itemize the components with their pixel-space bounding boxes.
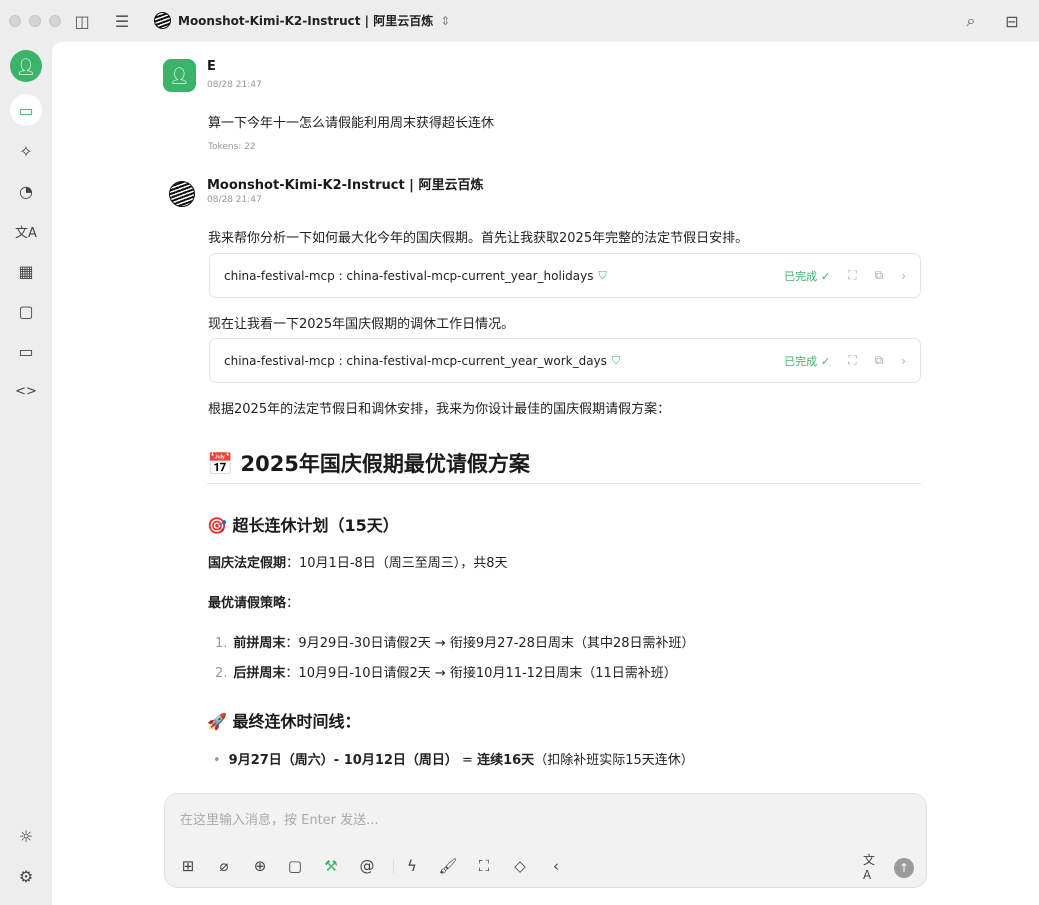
chevron-updown-icon: ⇕ xyxy=(440,13,451,28)
brush-icon[interactable]: 🖌︎ xyxy=(438,856,458,876)
search-icon[interactable]: ⌕ xyxy=(961,11,981,31)
tool-status: 已完成 xyxy=(784,354,818,368)
tool-call-name: china-festival-mcp : china-festival-mcp-… xyxy=(224,268,594,283)
attachment-icon[interactable]: ⌀ xyxy=(214,856,234,876)
sidebar: 👤︎ ▭ ✧ ◔ 文A ▦ ▢ ▭ <> ☼ ⚙ xyxy=(0,42,52,905)
list-item: 2. 后拼周末：10月9日-10日请假2天 → 衔接10月11-12日周末（11日… xyxy=(215,666,677,681)
new-topic-icon[interactable]: ⊞ xyxy=(178,856,198,876)
settings-icon[interactable]: ⚙ xyxy=(10,860,42,892)
check-icon: ✓ xyxy=(820,354,831,368)
mention-icon[interactable]: @ xyxy=(357,856,377,876)
file-search-icon[interactable]: ▢ xyxy=(10,295,42,327)
message-input[interactable]: 在这里输入消息，按 Enter 发送... xyxy=(180,809,379,828)
folder-icon[interactable]: ▭ xyxy=(10,335,42,367)
sparkle-icon[interactable]: ✧ xyxy=(10,135,42,167)
calendar-icon: 📅 xyxy=(207,452,234,476)
user-name: E xyxy=(207,59,216,74)
sidebar-toggle-icon[interactable]: ◫ xyxy=(72,11,92,31)
menu-icon[interactable]: ☰ xyxy=(112,11,132,31)
tool-call-card[interactable]: china-festival-mcp : china-festival-mcp-… xyxy=(209,253,921,298)
chevron-right-icon[interactable]: › xyxy=(901,269,906,283)
copy-icon[interactable]: ⧉ xyxy=(875,353,884,368)
model-title: Moonshot-Kimi-K2-Instruct | 阿里云百炼 xyxy=(178,14,434,28)
legal-holiday-line: 国庆法定假期：10月1日-8日（周三至周三），共8天 xyxy=(208,556,508,571)
knowledge-base-icon[interactable]: ▢ xyxy=(285,856,305,876)
plan-heading: 📅 2025年国庆假期最优请假方案 xyxy=(207,452,530,476)
bot-name: Moonshot-Kimi-K2-Instruct | 阿里云百炼 xyxy=(207,178,484,193)
model-selector[interactable]: Moonshot-Kimi-K2-Instruct | 阿里云百炼 ⇕ xyxy=(154,12,450,29)
user-message-text: 算一下今年十一怎么请假能利用周末获得超长连休 xyxy=(208,116,495,131)
fullscreen-icon[interactable]: ⛶ xyxy=(474,856,494,876)
model-logo-icon xyxy=(154,12,171,29)
section-heading: 🚀 最终连休时间线： xyxy=(207,712,361,731)
shield-check-icon: ⛉ xyxy=(598,268,607,282)
message-input-box[interactable]: 在这里输入消息，按 Enter 发送... ⊞ ⌀ ⊕ ▢ ⚒ @ ϟ 🖌︎ ⛶… xyxy=(164,793,927,888)
tool-status: 已完成 xyxy=(784,269,818,283)
mcp-tools-icon[interactable]: ⚒ xyxy=(321,856,341,876)
expand-icon[interactable]: ⛶ xyxy=(848,353,856,368)
chat-icon[interactable]: ▭ xyxy=(10,94,42,126)
apps-icon[interactable]: ▦ xyxy=(10,255,42,287)
chevron-right-icon[interactable]: › xyxy=(901,354,906,368)
web-search-icon[interactable]: ⊕ xyxy=(250,856,270,876)
collapse-icon[interactable]: ‹ xyxy=(546,856,566,876)
toolbar-divider xyxy=(393,860,394,874)
divider xyxy=(207,483,921,484)
quick-phrase-icon[interactable]: ϟ xyxy=(402,856,422,876)
title-bar: ◫ ☰ Moonshot-Kimi-K2-Instruct | 阿里云百炼 ⇕ … xyxy=(0,0,1039,42)
check-icon: ✓ xyxy=(820,269,831,283)
section-heading: 🎯 超长连休计划（15天） xyxy=(207,516,399,535)
user-message-time: 08/28 21:47 xyxy=(207,80,262,90)
maximize-window-button[interactable] xyxy=(49,15,61,27)
token-count: Tokens: 22 xyxy=(208,142,256,152)
bot-paragraph: 现在让我看一下2025年国庆假期的调休工作日情况。 xyxy=(208,317,515,332)
rocket-icon: 🚀 xyxy=(207,712,227,731)
expand-icon[interactable]: ⛶ xyxy=(848,268,856,283)
code-icon[interactable]: <> xyxy=(10,375,42,407)
chat-area xyxy=(52,42,1039,905)
eraser-icon[interactable]: ◇ xyxy=(510,856,530,876)
bot-message-time: 08/28 21:47 xyxy=(207,195,262,205)
send-button[interactable]: ↑ xyxy=(894,858,914,878)
bot-avatar xyxy=(165,177,198,210)
strategy-label: 最优请假策略： xyxy=(208,596,300,611)
shield-check-icon: ⛉ xyxy=(611,353,621,367)
translate-icon[interactable]: 文A xyxy=(863,853,883,882)
user-message-avatar: 👤︎ xyxy=(163,59,196,92)
copy-icon[interactable]: ⧉ xyxy=(875,268,884,283)
theme-icon[interactable]: ☼ xyxy=(10,820,42,852)
list-item: 1. 前拼周末：9月29日-30日请假2天 → 衔接9月27-28日周末（其中28… xyxy=(215,636,695,651)
tool-call-card[interactable]: china-festival-mcp : china-festival-mcp-… xyxy=(209,338,921,383)
minimize-window-button[interactable] xyxy=(29,15,41,27)
bullet-item: • 9月27日（周六）- 10月12日（周日） = 连续16天（扣除补班实际15天… xyxy=(213,753,694,768)
tool-call-name: china-festival-mcp : china-festival-mcp-… xyxy=(224,353,607,368)
target-icon: 🎯 xyxy=(207,516,227,535)
close-window-button[interactable] xyxy=(9,15,21,27)
bot-paragraph: 根据2025年的法定节假日和调休安排，我来为你设计最佳的国庆假期请假方案： xyxy=(208,402,671,417)
translate-icon[interactable]: 文A xyxy=(10,215,42,247)
layout-icon[interactable]: ⊟ xyxy=(1002,11,1022,31)
user-avatar[interactable]: 👤︎ xyxy=(10,50,42,82)
palette-icon[interactable]: ◔ xyxy=(10,175,42,207)
bot-paragraph: 我来帮你分析一下如何最大化今年的国庆假期。首先让我获取2025年完整的法定节假日… xyxy=(208,231,749,246)
